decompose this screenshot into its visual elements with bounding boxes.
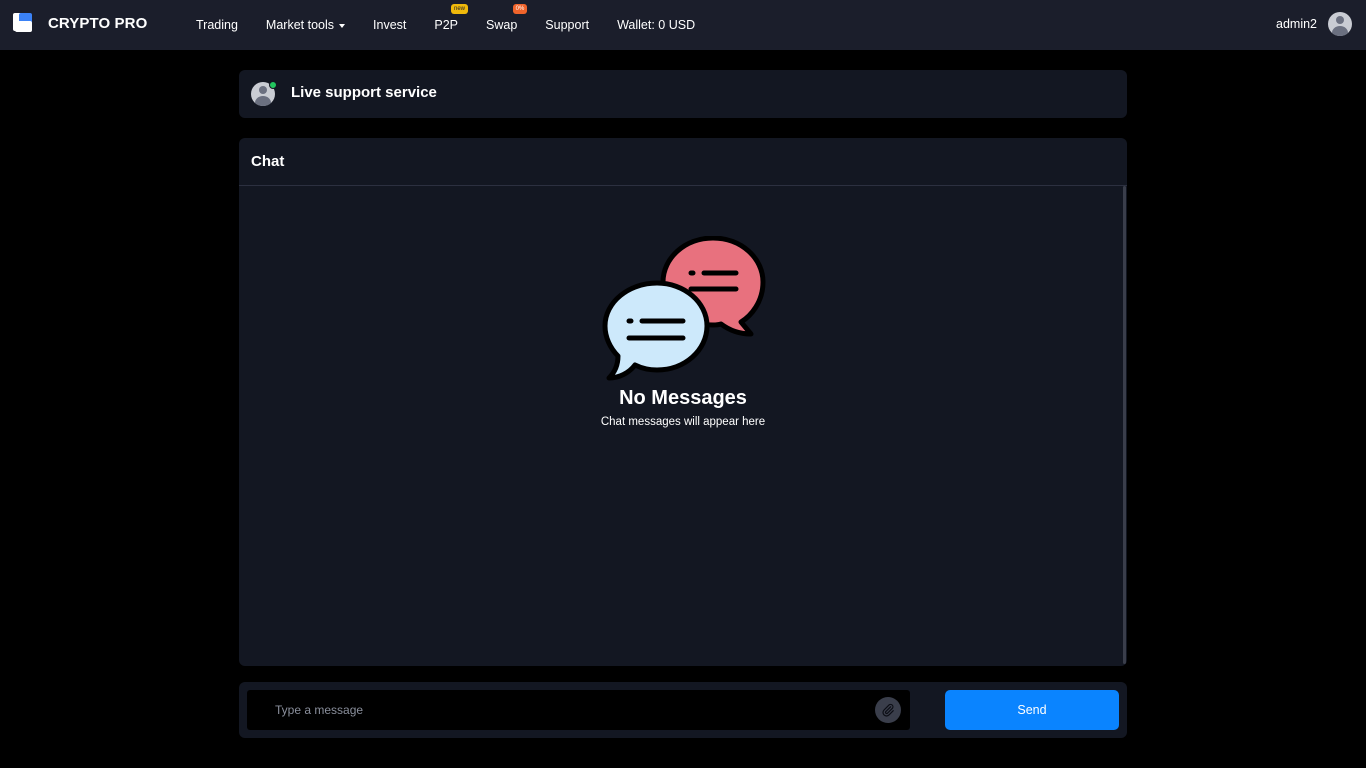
nav-item-trading[interactable]: Trading (196, 18, 238, 32)
online-status-icon (269, 81, 277, 89)
message-input-wrapper (247, 690, 910, 730)
empty-state: No Messages Chat messages will appear he… (239, 236, 1127, 428)
top-navbar: CRYPTO PRO Trading Market tools Invest P… (0, 0, 1366, 50)
attach-button[interactable] (875, 697, 901, 723)
nav-item-label: Wallet: 0 USD (617, 18, 696, 32)
nav-item-label: Market tools (265, 18, 335, 32)
empty-state-subtitle: Chat messages will appear here (600, 416, 766, 428)
nav-item-market-tools[interactable]: Market tools (265, 18, 346, 32)
nav-item-swap[interactable]: Swap 0% (486, 4, 528, 32)
username: admin2 (1276, 17, 1317, 31)
chat-header: Chat (239, 138, 1127, 186)
new-badge: new (451, 4, 469, 14)
zero-percent-badge: 0% (512, 4, 528, 14)
caret-down-icon (339, 23, 346, 28)
brand-name: CRYPTO PRO (48, 15, 148, 32)
message-composer: Send (239, 682, 1127, 738)
nav-item-label: P2P (434, 18, 459, 32)
user-avatar-icon[interactable] (1328, 12, 1352, 36)
nav-item-support[interactable]: Support (545, 18, 589, 32)
send-button[interactable]: Send (945, 690, 1119, 730)
nav-item-p2p[interactable]: P2P new (434, 4, 469, 32)
brand[interactable]: CRYPTO PRO (13, 13, 147, 33)
support-title: Live support service (291, 84, 437, 101)
nav-item-wallet[interactable]: Wallet: 0 USD (617, 18, 695, 32)
nav-item-label: Trading (196, 18, 238, 32)
chat-title: Chat (251, 153, 285, 170)
main-nav: Trading Market tools Invest P2P new Swap… (196, 0, 723, 50)
user-menu[interactable]: admin2 (1276, 12, 1352, 36)
support-header: Live support service (239, 70, 1127, 118)
nav-item-label: Swap (486, 18, 518, 32)
message-input[interactable] (247, 690, 867, 730)
empty-state-title: No Messages (619, 387, 747, 409)
chat-panel: Chat No Messages Chat messages will appe… (239, 138, 1127, 666)
chat-bubbles-icon (602, 236, 765, 381)
support-avatar-icon (251, 81, 277, 106)
crypto-pro-logo-icon (13, 13, 33, 33)
nav-item-invest[interactable]: Invest (373, 18, 406, 32)
paperclip-icon (882, 703, 894, 717)
nav-item-label: Support (545, 18, 590, 32)
nav-item-label: Invest (373, 18, 407, 32)
